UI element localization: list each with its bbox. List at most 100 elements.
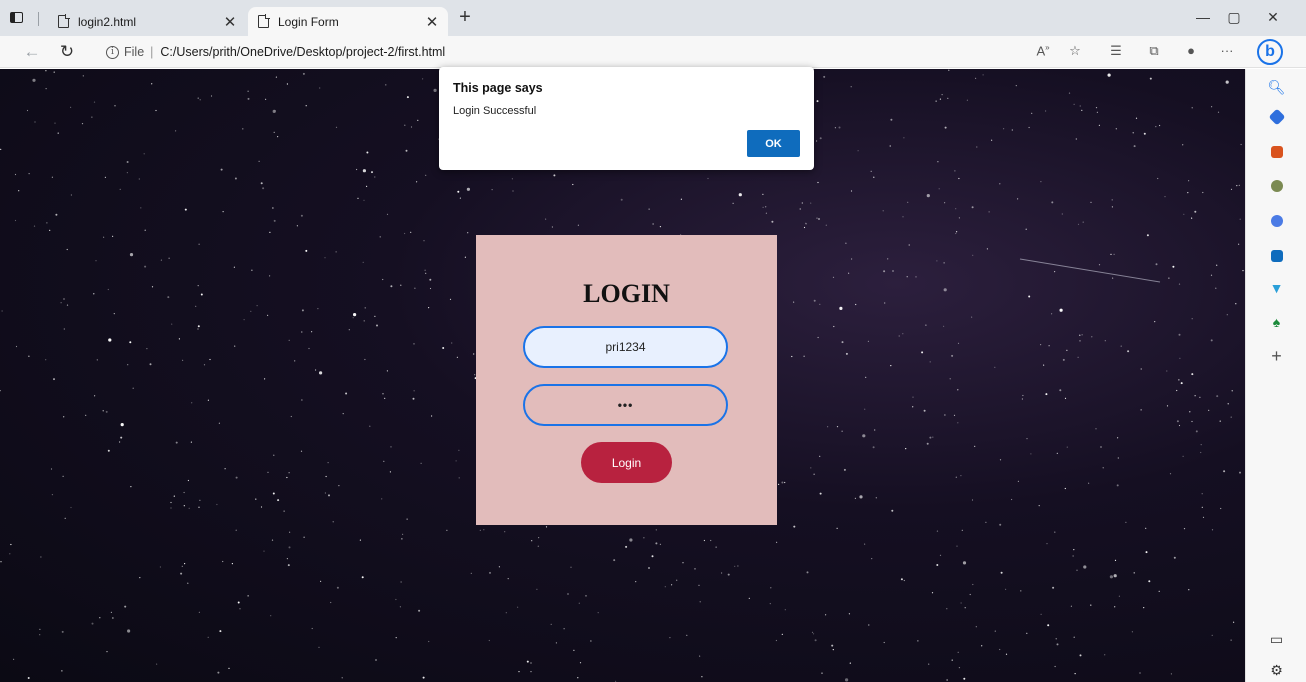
- star: [342, 413, 344, 415]
- star: [839, 306, 843, 310]
- username-input[interactable]: pri1234: [523, 326, 728, 368]
- star: [375, 659, 377, 661]
- collections-icon[interactable]: ⧉: [1143, 43, 1165, 59]
- ok-button[interactable]: OK: [747, 130, 800, 157]
- star: [1220, 507, 1222, 510]
- star: [1145, 551, 1148, 554]
- star: [1127, 350, 1130, 353]
- star: [931, 592, 934, 594]
- login-button[interactable]: Login: [581, 442, 672, 483]
- star: [1111, 199, 1113, 201]
- settings-icon[interactable]: ⚙: [1246, 662, 1306, 679]
- star: [710, 539, 712, 542]
- star: [1178, 379, 1180, 381]
- star: [928, 663, 930, 665]
- new-tab-button[interactable]: +: [455, 7, 475, 28]
- window-close-icon[interactable]: ✕: [1258, 9, 1288, 26]
- tab-title: login2.html: [78, 14, 137, 29]
- star: [1066, 446, 1068, 448]
- star: [222, 560, 224, 563]
- star: [362, 169, 366, 173]
- star: [1045, 110, 1047, 112]
- restore-icon[interactable]: ▢: [1219, 9, 1249, 26]
- star: [1003, 128, 1005, 130]
- back-icon[interactable]: ←: [21, 42, 43, 62]
- star: [1146, 234, 1149, 237]
- star: [66, 248, 68, 251]
- star: [498, 566, 500, 568]
- star: [151, 286, 154, 288]
- info-icon[interactable]: i: [106, 45, 119, 59]
- star: [369, 425, 371, 427]
- tools-briefcase-icon[interactable]: [1246, 145, 1306, 161]
- read-aloud-icon[interactable]: A»: [1032, 43, 1054, 58]
- minimize-icon[interactable]: —: [1188, 9, 1218, 25]
- url-text[interactable]: C:/Users/prith/OneDrive/Desktop/project-…: [160, 45, 445, 59]
- star: [962, 561, 967, 565]
- star: [902, 333, 904, 335]
- add-icon[interactable]: +: [1246, 346, 1306, 367]
- profile-icon[interactable]: ●: [1180, 43, 1202, 58]
- star: [1173, 556, 1176, 559]
- outlook-icon[interactable]: [1246, 249, 1306, 265]
- star: [941, 94, 943, 96]
- star: [701, 676, 703, 678]
- star: [13, 658, 15, 660]
- more-icon[interactable]: ···: [1216, 43, 1238, 58]
- star: [198, 243, 200, 245]
- tab-actions-icon[interactable]: [10, 10, 26, 26]
- shopping-tag-icon[interactable]: [1246, 108, 1306, 126]
- bing-icon[interactable]: b: [1257, 39, 1283, 65]
- close-tab-icon[interactable]: ✕: [422, 13, 442, 31]
- star: [957, 389, 959, 391]
- favorite-icon[interactable]: ☆: [1064, 43, 1086, 59]
- star: [833, 325, 835, 328]
- tab-login-form[interactable]: Login Form ✕: [248, 7, 448, 36]
- star: [61, 630, 64, 633]
- star: [643, 537, 645, 539]
- star: [737, 565, 739, 567]
- games-icon[interactable]: [1246, 179, 1306, 195]
- star: [183, 505, 185, 507]
- star: [364, 358, 366, 361]
- star: [449, 298, 452, 300]
- star: [849, 662, 851, 664]
- office-icon[interactable]: [1246, 214, 1306, 230]
- star: [0, 390, 1, 392]
- tree-icon[interactable]: ♠: [1246, 314, 1306, 330]
- star: [1191, 373, 1194, 376]
- star: [50, 468, 53, 470]
- star: [470, 572, 472, 574]
- star: [1028, 126, 1030, 129]
- star: [1005, 588, 1007, 591]
- star: [1191, 217, 1193, 219]
- drop-icon[interactable]: ▼: [1246, 280, 1306, 296]
- star: [545, 218, 547, 220]
- star: [139, 577, 141, 579]
- star: [286, 558, 288, 560]
- star: [197, 285, 199, 287]
- star: [871, 558, 873, 560]
- search-icon[interactable]: 🔍︎: [1246, 79, 1306, 96]
- star: [60, 302, 62, 304]
- star: [27, 677, 30, 679]
- star: [659, 543, 662, 545]
- close-tab-icon[interactable]: ✕: [220, 13, 240, 31]
- star: [110, 611, 112, 614]
- star: [305, 105, 307, 107]
- star: [1061, 213, 1063, 215]
- favorites-list-icon[interactable]: ☰: [1105, 43, 1127, 59]
- star: [311, 627, 313, 630]
- star: [272, 207, 274, 209]
- star: [960, 475, 962, 477]
- split-screen-icon[interactable]: ▭: [1246, 631, 1306, 648]
- star: [431, 415, 433, 417]
- star: [247, 90, 249, 92]
- tab-login2[interactable]: login2.html ✕: [48, 7, 246, 36]
- password-input[interactable]: •••: [523, 384, 728, 426]
- star: [33, 225, 36, 227]
- refresh-icon[interactable]: ↻: [56, 42, 78, 62]
- address-bar[interactable]: i File | C:/Users/prith/OneDrive/Desktop…: [90, 40, 1040, 64]
- star: [937, 161, 939, 163]
- star: [405, 149, 408, 152]
